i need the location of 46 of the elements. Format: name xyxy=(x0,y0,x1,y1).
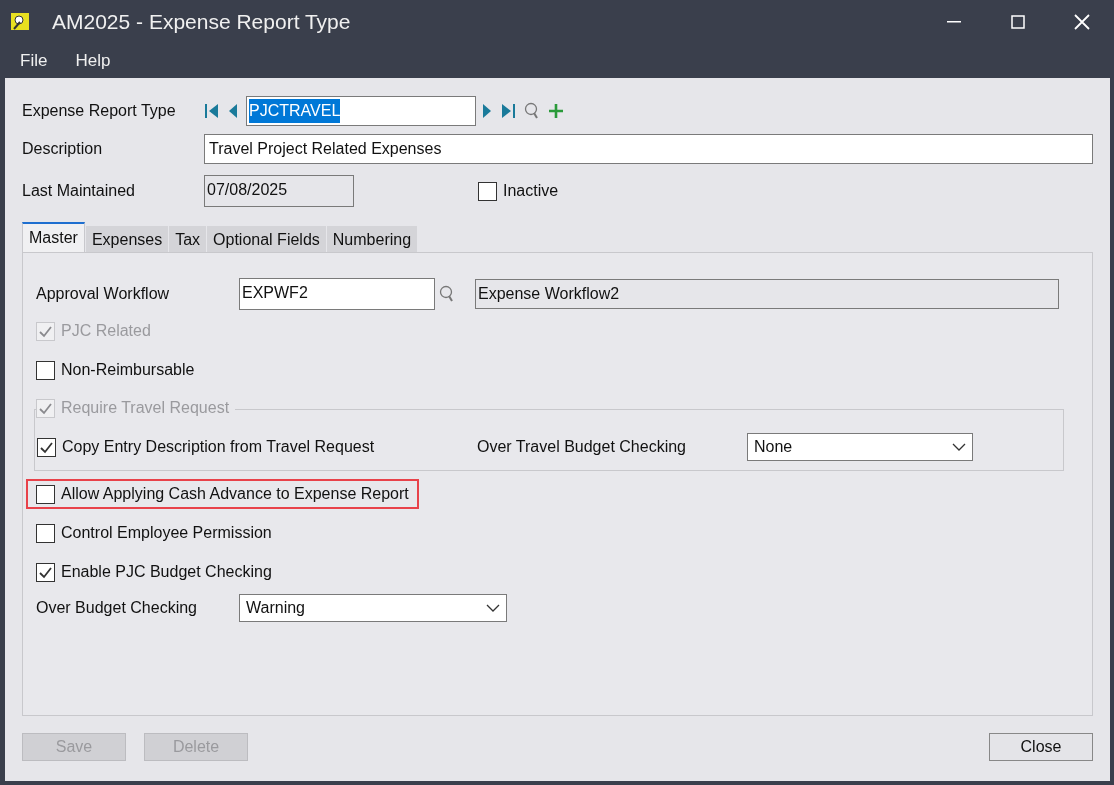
checkbox[interactable] xyxy=(36,360,55,380)
field-label: Description xyxy=(22,139,104,159)
type-input[interactable]: PJCTRAVEL xyxy=(246,96,476,126)
field-label: Expense Report Type xyxy=(22,101,177,121)
field-label: Over Travel Budget Checking xyxy=(477,437,687,457)
menu-item[interactable]: Help xyxy=(65,48,121,74)
checkbox[interactable] xyxy=(36,523,55,543)
plus-icon[interactable] xyxy=(548,103,564,119)
next-record-icon[interactable] xyxy=(482,102,492,120)
search-icon[interactable] xyxy=(524,102,540,120)
field-label: Over Budget Checking xyxy=(36,598,198,618)
checkbox-label: PJC Related xyxy=(61,321,151,341)
app-icon xyxy=(10,11,32,33)
dropdown[interactable]: None xyxy=(747,433,973,461)
checkbox-label: Inactive xyxy=(503,181,559,201)
first-record-icon[interactable] xyxy=(204,102,220,120)
workflow-description-field: Expense Workflow2 xyxy=(475,279,1059,309)
checkbox-label: Copy Entry Description from Travel Request xyxy=(62,437,375,457)
tab[interactable]: Tax xyxy=(168,226,207,252)
tab[interactable]: Expenses xyxy=(84,226,169,252)
menu-item[interactable]: File xyxy=(10,48,58,74)
date-field: 07/08/2025 xyxy=(204,175,354,207)
search-icon[interactable] xyxy=(439,285,455,303)
checkbox[interactable] xyxy=(37,437,56,457)
description-input[interactable]: Travel Project Related Expenses xyxy=(204,134,1093,164)
chevron-down-icon xyxy=(952,443,966,451)
tab[interactable]: Master xyxy=(22,222,85,252)
workflow-input[interactable]: EXPWF2 xyxy=(239,278,435,310)
dialog-button[interactable]: Close xyxy=(989,733,1093,761)
checkbox-label: Allow Applying Cash Advance to Expense Report xyxy=(61,484,409,504)
last-record-icon[interactable] xyxy=(500,102,516,120)
checkbox-label: Enable PJC Budget Checking xyxy=(61,562,272,582)
field-label: Last Maintained xyxy=(22,181,136,201)
previous-record-icon[interactable] xyxy=(228,102,238,120)
field-label: Approval Workflow xyxy=(36,284,171,304)
dropdown[interactable]: Warning xyxy=(239,594,507,622)
tab[interactable]: Optional Fields xyxy=(206,226,326,252)
checkbox-label: Control Employee Permission xyxy=(61,523,272,543)
window-title: AM2025 - Expense Report Type xyxy=(52,9,351,36)
chevron-down-icon xyxy=(486,604,500,612)
tab[interactable]: Numbering xyxy=(325,226,418,252)
checkbox-label: Require Travel Request xyxy=(61,398,230,418)
checkbox[interactable] xyxy=(36,484,55,504)
checkbox-label: Non-Reimbursable xyxy=(61,360,195,380)
checkbox[interactable] xyxy=(478,181,497,201)
checkbox[interactable] xyxy=(36,562,55,582)
